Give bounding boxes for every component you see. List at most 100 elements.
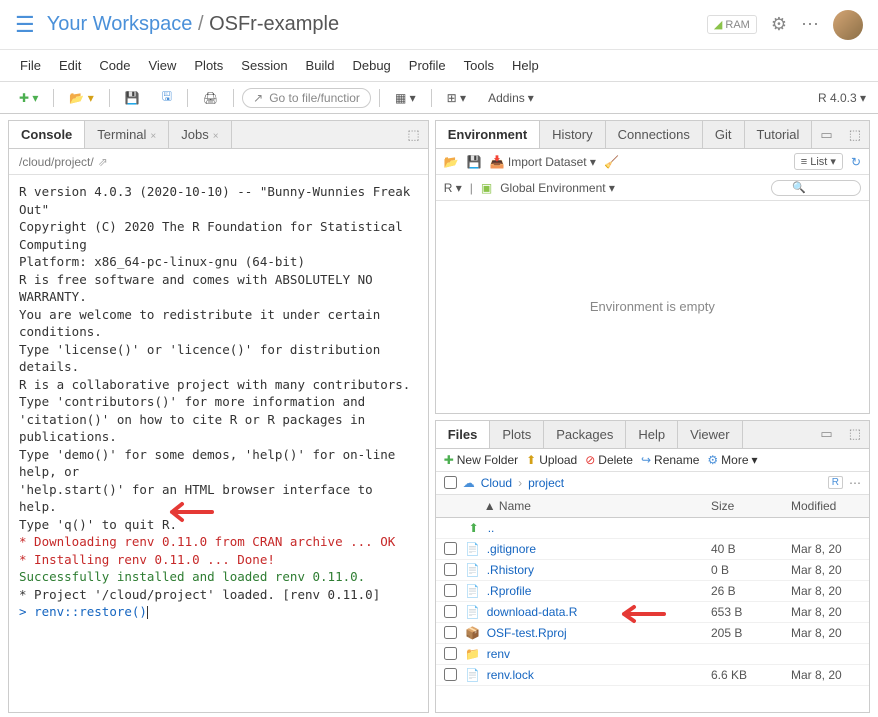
- maximize-icon[interactable]: ⬚: [399, 127, 427, 143]
- col-name[interactable]: ▲ Name: [444, 499, 711, 513]
- menu-view[interactable]: View: [148, 58, 176, 73]
- file-modified: Mar 8, 20: [791, 605, 861, 619]
- tab-git[interactable]: Git: [703, 121, 745, 148]
- scope-button[interactable]: Global Environment ▾: [500, 181, 615, 195]
- file-size: 26 B: [711, 584, 791, 598]
- avatar[interactable]: [833, 10, 863, 40]
- scope-icon: ▣: [481, 181, 492, 195]
- file-checkbox[interactable]: [444, 626, 457, 639]
- env-empty-message: Environment is empty: [436, 201, 869, 413]
- more-button[interactable]: ⚙ More ▾: [707, 453, 757, 467]
- open-button[interactable]: 📂 ▾: [62, 88, 100, 108]
- maximize-icon[interactable]: ⬚: [841, 127, 869, 143]
- file-icon: 📄: [465, 584, 481, 598]
- r-icon[interactable]: R: [828, 476, 843, 489]
- file-name[interactable]: download-data.R: [487, 605, 711, 619]
- tab-console[interactable]: Console: [9, 121, 85, 148]
- refresh-icon[interactable]: ↻: [851, 155, 861, 169]
- maximize-icon[interactable]: ⬚: [841, 426, 869, 442]
- close-icon[interactable]: ×: [213, 131, 219, 142]
- tab-history[interactable]: History: [540, 121, 605, 148]
- col-size[interactable]: Size: [711, 499, 791, 513]
- path-project[interactable]: project: [528, 476, 564, 490]
- console-path-bar: /cloud/project/ ⇗: [9, 149, 428, 175]
- addins-button[interactable]: Addins ▾: [481, 88, 541, 108]
- menu-file[interactable]: File: [20, 58, 41, 73]
- file-checkbox[interactable]: [444, 605, 457, 618]
- file-icon: 📁: [465, 647, 481, 661]
- main-toolbar: ✚ ▾ 📂 ▾ 💾 🖫 🖨 Go to file/functior ▦ ▾ ⊞ …: [0, 82, 878, 114]
- goto-input[interactable]: Go to file/functior: [242, 88, 371, 108]
- delete-button[interactable]: ⊘ Delete: [585, 453, 633, 467]
- save-button[interactable]: 💾: [118, 88, 147, 108]
- path-cloud[interactable]: Cloud: [481, 476, 512, 490]
- close-icon[interactable]: ×: [150, 131, 156, 142]
- tab-files[interactable]: Files: [436, 421, 491, 448]
- print-button[interactable]: 🖨: [196, 88, 225, 108]
- tab-environment[interactable]: Environment: [436, 121, 540, 148]
- parent-dir[interactable]: ..: [488, 521, 711, 535]
- file-checkbox[interactable]: [444, 647, 457, 660]
- file-name[interactable]: .gitignore: [487, 542, 711, 556]
- file-name[interactable]: OSF-test.Rproj: [487, 626, 711, 640]
- app-header: ☰ Your Workspace / OSFr-example RAM ⚙ ⋯: [0, 0, 878, 50]
- r-version[interactable]: R 4.0.3 ▾: [818, 91, 866, 105]
- tab-jobs[interactable]: Jobs×: [169, 121, 231, 148]
- tab-plots[interactable]: Plots: [490, 421, 544, 448]
- upload-button[interactable]: ⬆ Upload: [526, 453, 577, 467]
- menu-edit[interactable]: Edit: [59, 58, 81, 73]
- cloud-icon[interactable]: ☁: [463, 476, 475, 490]
- tab-connections[interactable]: Connections: [606, 121, 703, 148]
- console-output[interactable]: R version 4.0.3 (2020-10-10) -- "Bunny-W…: [9, 175, 428, 712]
- broom-icon[interactable]: 🧹: [604, 155, 619, 169]
- tab-tutorial[interactable]: Tutorial: [745, 121, 813, 148]
- col-modified[interactable]: Modified: [791, 499, 861, 513]
- new-file-button[interactable]: ✚ ▾: [12, 88, 45, 108]
- file-checkbox[interactable]: [444, 563, 457, 576]
- hamburger-icon[interactable]: ☰: [15, 12, 35, 38]
- file-list: ⬆..📄.gitignore40 BMar 8, 20📄.Rhistory0 B…: [436, 518, 869, 686]
- menubar: File Edit Code View Plots Session Build Debug Pr…: [0, 50, 878, 82]
- grid-button[interactable]: ▦ ▾: [388, 88, 423, 108]
- import-dataset-button[interactable]: 📥 Import Dataset ▾: [490, 155, 596, 169]
- select-all-checkbox[interactable]: [444, 476, 457, 489]
- menu-session[interactable]: Session: [241, 58, 287, 73]
- tab-packages[interactable]: Packages: [544, 421, 626, 448]
- file-name[interactable]: renv.lock: [487, 668, 711, 682]
- load-icon[interactable]: 📂: [444, 155, 459, 169]
- menu-build[interactable]: Build: [306, 58, 335, 73]
- file-size: 205 B: [711, 626, 791, 640]
- file-checkbox[interactable]: [444, 584, 457, 597]
- menu-plots[interactable]: Plots: [194, 58, 223, 73]
- workspace-link[interactable]: Your Workspace: [47, 13, 193, 35]
- more-path-icon[interactable]: ⋯: [849, 476, 861, 490]
- ram-badge[interactable]: RAM: [707, 15, 757, 34]
- more-icon[interactable]: ⋯: [801, 14, 819, 35]
- rename-button[interactable]: ↪ Rename: [641, 453, 699, 467]
- minimize-icon[interactable]: ▭: [812, 127, 840, 143]
- env-search-input[interactable]: [771, 180, 861, 196]
- file-name[interactable]: .Rhistory: [487, 563, 711, 577]
- tab-viewer[interactable]: Viewer: [678, 421, 743, 448]
- file-checkbox[interactable]: [444, 542, 457, 555]
- menu-debug[interactable]: Debug: [352, 58, 390, 73]
- menu-help[interactable]: Help: [512, 58, 539, 73]
- file-name[interactable]: renv: [487, 647, 711, 661]
- file-checkbox[interactable]: [444, 668, 457, 681]
- file-name[interactable]: .Rprofile: [487, 584, 711, 598]
- view-mode-button[interactable]: ≡ List ▾: [794, 153, 843, 170]
- wand-icon[interactable]: ⇗: [98, 155, 108, 169]
- save-all-button[interactable]: 🖫: [155, 84, 179, 111]
- menu-tools[interactable]: Tools: [464, 58, 494, 73]
- gear-icon[interactable]: ⚙: [771, 14, 787, 35]
- menu-profile[interactable]: Profile: [409, 58, 446, 73]
- minimize-icon[interactable]: ▭: [812, 426, 840, 442]
- new-folder-button[interactable]: ✚ New Folder: [444, 453, 518, 467]
- save-icon[interactable]: 💾: [467, 155, 482, 169]
- scope-r-button[interactable]: R ▾: [444, 181, 462, 195]
- tab-help[interactable]: Help: [626, 421, 678, 448]
- tab-terminal[interactable]: Terminal×: [85, 121, 169, 148]
- menu-code[interactable]: Code: [99, 58, 130, 73]
- apps-button[interactable]: ⊞ ▾: [440, 88, 473, 108]
- environment-pane: EnvironmentHistoryConnectionsGitTutorial…: [435, 120, 870, 414]
